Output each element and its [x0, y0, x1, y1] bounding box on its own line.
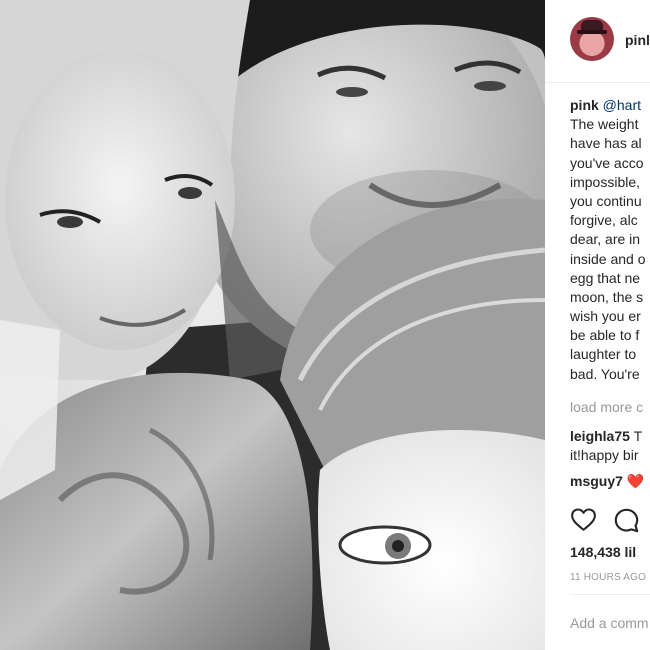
- header-username[interactable]: pinl: [625, 32, 650, 48]
- comment-item: msguy7 ❤️: [570, 472, 650, 491]
- likes-count[interactable]: 148,438 lil: [570, 544, 636, 560]
- caption-line: egg that ne: [570, 269, 641, 286]
- post-header: pinl: [545, 0, 650, 83]
- comment-author[interactable]: msguy7: [570, 473, 623, 489]
- caption-author[interactable]: pink: [570, 97, 599, 113]
- post-timestamp[interactable]: 11 HOURS AGO: [570, 572, 646, 583]
- comment-author[interactable]: leighla75: [570, 428, 630, 444]
- avatar[interactable]: [570, 17, 614, 61]
- load-more-comments-link[interactable]: load more c: [570, 399, 643, 415]
- caption-line: wish you er: [570, 308, 641, 325]
- caption-line: impossible,: [570, 173, 641, 190]
- post-actions: [570, 507, 650, 537]
- caption-line: have has al: [570, 135, 642, 152]
- caption-mention[interactable]: @hart: [603, 97, 641, 113]
- caption-line: laughter to: [570, 346, 637, 363]
- comment-text: T: [633, 428, 643, 444]
- caption-line: you continu: [570, 192, 642, 209]
- caption-line: be able to f: [570, 327, 640, 344]
- caption-line: dear, are in: [570, 231, 641, 248]
- post-photo[interactable]: [0, 0, 545, 650]
- avatar-brim-shape: [577, 30, 607, 34]
- add-comment-input[interactable]: [570, 608, 650, 638]
- caption-line: bad. You're: [570, 365, 640, 382]
- caption-line: moon, the s: [570, 288, 644, 305]
- caption-line: The weight: [570, 116, 639, 133]
- comment-item: leighla75 T it!happy bir: [570, 427, 650, 465]
- post-image: [0, 0, 545, 650]
- caption-line: forgive, alc: [570, 212, 638, 229]
- comment-icon[interactable]: [613, 507, 640, 534]
- heart-emoji: ❤️: [626, 473, 645, 489]
- caption: pink @hart The weight have has al you've…: [570, 96, 650, 384]
- comment-text-continued: it!happy bir: [570, 447, 639, 464]
- caption-line: inside and o: [570, 250, 646, 267]
- heart-icon[interactable]: [570, 507, 597, 533]
- divider: [570, 594, 650, 595]
- caption-line: you've acco: [570, 154, 644, 171]
- post-sidebar: pinl pink @hart The weight have has al y…: [545, 0, 650, 650]
